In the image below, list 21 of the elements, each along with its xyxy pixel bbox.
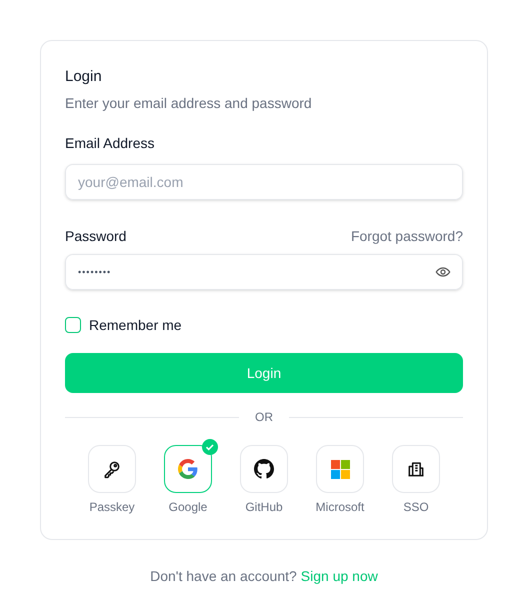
field-label: Email Address — [65, 134, 154, 153]
password-field[interactable]: •••••••• — [65, 254, 463, 290]
footer-text: Don't have an account? — [150, 567, 297, 586]
email-field[interactable]: your@email.com — [65, 164, 463, 200]
key-icon — [102, 459, 122, 479]
option-label: SSO — [403, 499, 429, 515]
card-subtitle: Enter your email address and password — [65, 94, 313, 113]
field-label: Password — [65, 227, 126, 246]
remember-checkbox[interactable] — [65, 317, 81, 333]
remember-label: Remember me — [89, 316, 182, 335]
option-label: Microsoft — [316, 499, 364, 515]
four-squares-icon — [330, 460, 350, 478]
card-title: Login — [65, 67, 102, 87]
option-label: Passkey — [89, 499, 135, 515]
option-label: GitHub — [245, 499, 283, 515]
forgot-password-link[interactable]: Forgot password? — [350, 226, 463, 246]
option-label: Google — [168, 499, 208, 515]
divider-label: OR — [255, 409, 273, 425]
google-icon — [178, 459, 198, 479]
check-badge-icon — [202, 439, 218, 455]
cat-silhouette-icon — [254, 459, 274, 479]
